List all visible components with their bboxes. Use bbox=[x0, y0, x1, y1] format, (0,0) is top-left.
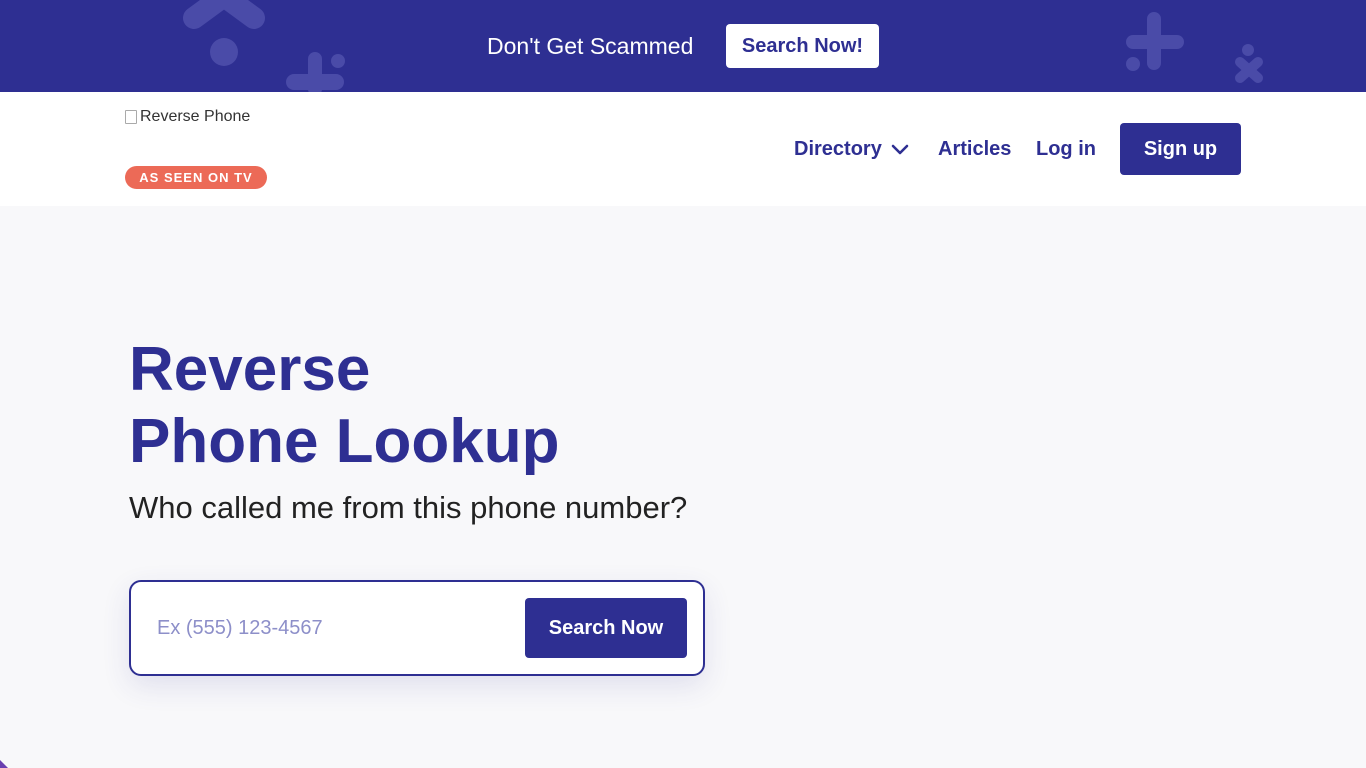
phone-number-input[interactable] bbox=[157, 612, 517, 644]
logo-link[interactable]: Reverse Phone bbox=[125, 108, 250, 126]
page-title-line-1: Reverse bbox=[129, 335, 371, 404]
as-seen-on-tv-badge: AS SEEN ON TV bbox=[125, 166, 267, 189]
chevron-down-icon bbox=[891, 144, 909, 155]
broken-image-icon bbox=[125, 110, 137, 124]
banner-text: Don't Get Scammed bbox=[487, 33, 694, 59]
banner-search-button[interactable]: Search Now! bbox=[726, 24, 879, 68]
search-now-button[interactable]: Search Now bbox=[525, 598, 687, 658]
nav-articles-link[interactable]: Articles bbox=[938, 137, 1011, 161]
plus-shape-decoration-icon bbox=[183, 0, 265, 66]
corner-decoration-icon bbox=[0, 760, 8, 768]
plus-shape-decoration-icon bbox=[1126, 12, 1184, 71]
promo-banner: Don't Get Scammed Search Now! bbox=[0, 0, 1366, 92]
page-subtitle: Who called me from this phone number? bbox=[129, 490, 688, 525]
nav-directory-dropdown[interactable]: Directory bbox=[794, 137, 910, 161]
nav-directory-label: Directory bbox=[794, 138, 882, 160]
plus-shape-decoration-icon bbox=[286, 52, 345, 92]
signup-button[interactable]: Sign up bbox=[1120, 123, 1241, 175]
logo-alt-text: Reverse Phone bbox=[140, 108, 251, 125]
page-title-line-2: Phone Lookup bbox=[129, 407, 560, 476]
cross-shape-decoration-icon bbox=[1235, 44, 1263, 83]
phone-search-form: Search Now bbox=[129, 580, 705, 676]
page-title: Reverse Phone Lookup bbox=[129, 334, 560, 478]
nav-login-link[interactable]: Log in bbox=[1036, 137, 1096, 161]
